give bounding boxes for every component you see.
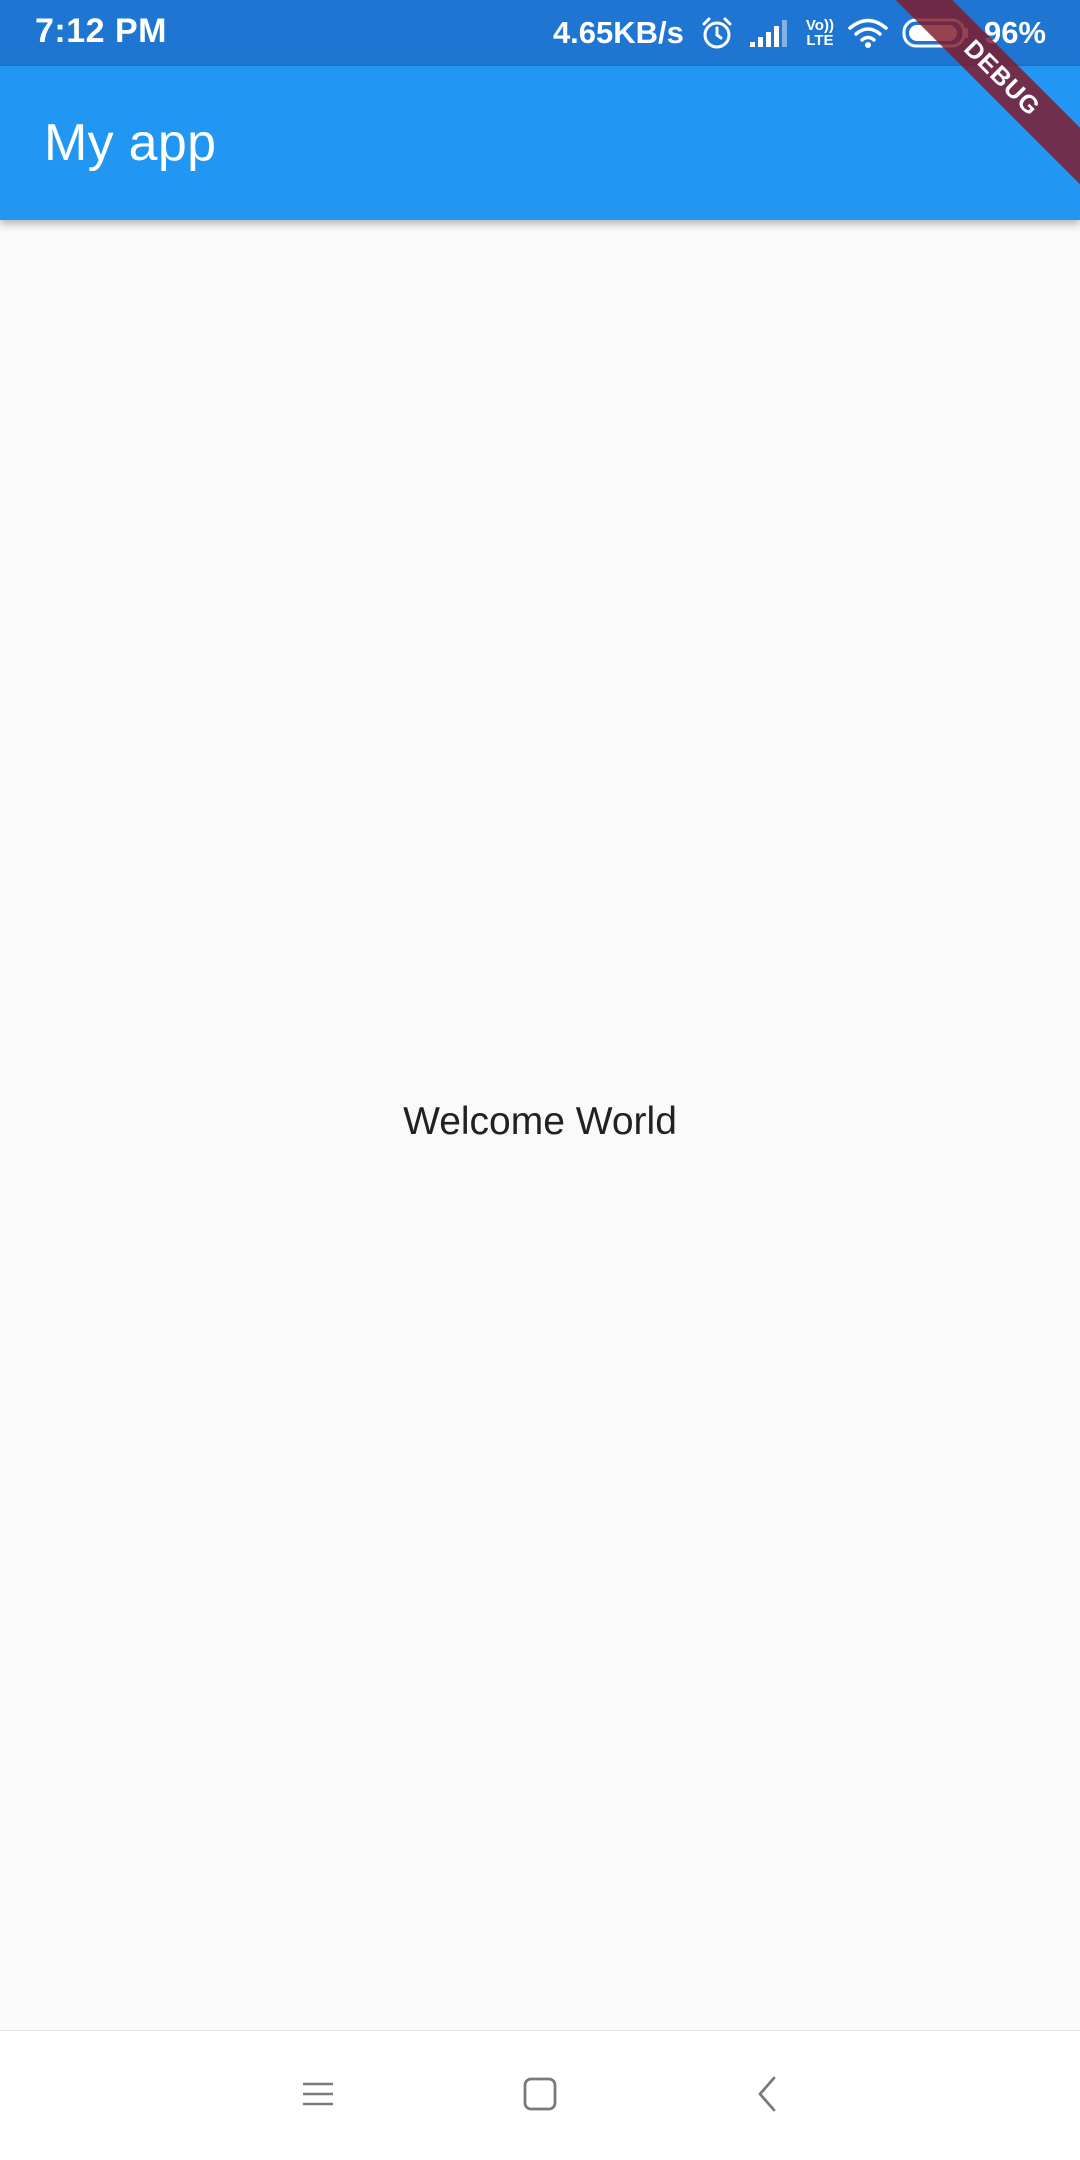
home-button[interactable] [505,2061,575,2131]
battery-icon [902,17,970,49]
screen: 7:12 PM 4.65KB/s Vo)) LTE 96% My app DEB… [0,0,1080,2160]
menu-button[interactable] [283,2061,353,2131]
status-bar: 7:12 PM 4.65KB/s Vo)) LTE 96% [0,0,1080,66]
volte-top-label: Vo)) [805,17,834,34]
battery-percent: 96% [983,15,1046,50]
net-speed: 4.65KB/s [552,15,684,50]
battery-fill [908,25,957,41]
alarm-icon [700,16,734,50]
wifi-icon [848,17,888,49]
status-time: 7:12 PM [35,12,167,50]
back-icon [752,2075,782,2118]
status-icons: 4.65KB/s Vo)) LTE 96% [553,0,1046,66]
volte-bottom-label: LTE [806,32,834,49]
signal-icon [748,18,792,48]
app-title: My app [44,114,217,172]
back-button[interactable] [732,2061,802,2131]
navigation-bar [0,2030,1080,2160]
home-icon [522,2076,558,2117]
body: Welcome World [0,220,1080,2030]
app-bar: My app [0,66,1080,220]
welcome-text: Welcome World [403,1100,677,1143]
menu-icon [300,2079,336,2114]
volte-icon: Vo)) LTE [806,18,834,48]
